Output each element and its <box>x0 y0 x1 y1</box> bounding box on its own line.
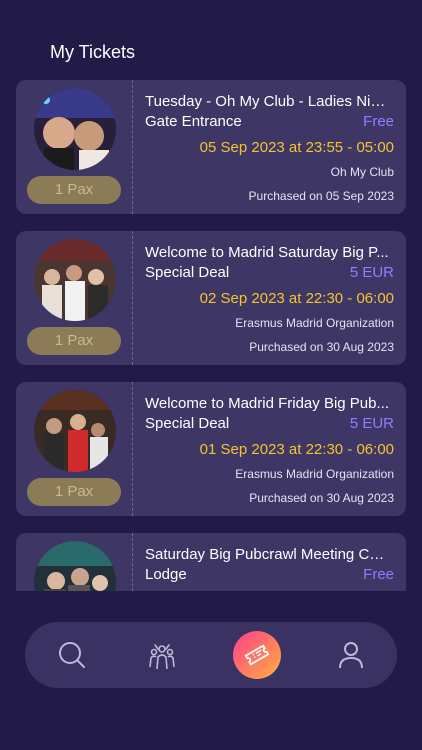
purchase-date: Purchased on 30 Aug 2023 <box>249 491 394 505</box>
ticket-card[interactable]: Saturday Big Pubcrawl Meeting Car... Lod… <box>16 533 406 591</box>
ticket-card[interactable]: 1 Pax Tuesday - Oh My Club - Ladies Nigh… <box>16 80 406 214</box>
event-image <box>34 541 116 591</box>
event-date: 05 Sep 2023 at 23:55 - 05:00 <box>199 139 394 156</box>
page-title: My Tickets <box>50 42 136 62</box>
event-date: 01 Sep 2023 at 22:30 - 06:00 <box>199 441 394 458</box>
pax-badge: 1 Pax <box>27 478 121 506</box>
event-organizer: Oh My Club <box>330 165 394 179</box>
ticket-body: Welcome to Madrid Friday Big Pub... Spec… <box>133 382 406 516</box>
ticket-type: Lodge <box>145 566 187 583</box>
ticket-body: Welcome to Madrid Saturday Big P... Spec… <box>133 231 406 365</box>
bottom-nav <box>25 622 397 688</box>
ticket-stub: 1 Pax <box>16 382 133 516</box>
ticket-price: Free <box>363 113 394 130</box>
ticket-icon[interactable] <box>233 631 281 679</box>
search-icon[interactable] <box>56 639 88 671</box>
ticket-type: Gate Entrance <box>145 113 242 130</box>
ticket-card[interactable]: 1 Pax Welcome to Madrid Friday Big Pub..… <box>16 382 406 516</box>
pax-badge: 1 Pax <box>27 327 121 355</box>
ticket-stub <box>16 533 133 591</box>
ticket-stub: 1 Pax <box>16 80 133 214</box>
purchase-date: Purchased on 30 Aug 2023 <box>249 340 394 354</box>
tickets-list[interactable]: 1 Pax Tuesday - Oh My Club - Ladies Nigh… <box>16 80 406 591</box>
event-organizer: Erasmus Madrid Organization <box>235 316 394 330</box>
ticket-stub: 1 Pax <box>16 231 133 365</box>
pax-badge: 1 Pax <box>27 176 121 204</box>
purchase-date: Purchased on 05 Sep 2023 <box>248 189 394 203</box>
ticket-card[interactable]: 1 Pax Welcome to Madrid Saturday Big P..… <box>16 231 406 365</box>
ticket-type: Special Deal <box>145 264 230 281</box>
ticket-body: Saturday Big Pubcrawl Meeting Car... Lod… <box>133 533 406 591</box>
event-date: 02 Sep 2023 at 22:30 - 06:00 <box>199 290 394 307</box>
event-title: Saturday Big Pubcrawl Meeting Car... <box>145 546 391 563</box>
event-image <box>34 390 116 472</box>
ticket-price: 5 EUR <box>349 415 394 432</box>
event-title: Tuesday - Oh My Club - Ladies Night <box>145 93 391 110</box>
ticket-body: Tuesday - Oh My Club - Ladies Night Gate… <box>133 80 406 214</box>
event-title: Welcome to Madrid Saturday Big P... <box>145 244 389 261</box>
crowd-icon[interactable] <box>146 639 178 671</box>
ticket-price: 5 EUR <box>349 264 394 281</box>
event-image <box>34 88 116 170</box>
profile-icon[interactable] <box>335 639 367 671</box>
event-title: Welcome to Madrid Friday Big Pub... <box>145 395 389 412</box>
ticket-price: Free <box>363 566 394 583</box>
event-organizer: Erasmus Madrid Organization <box>235 467 394 481</box>
ticket-type: Special Deal <box>145 415 230 432</box>
event-image <box>34 239 116 321</box>
